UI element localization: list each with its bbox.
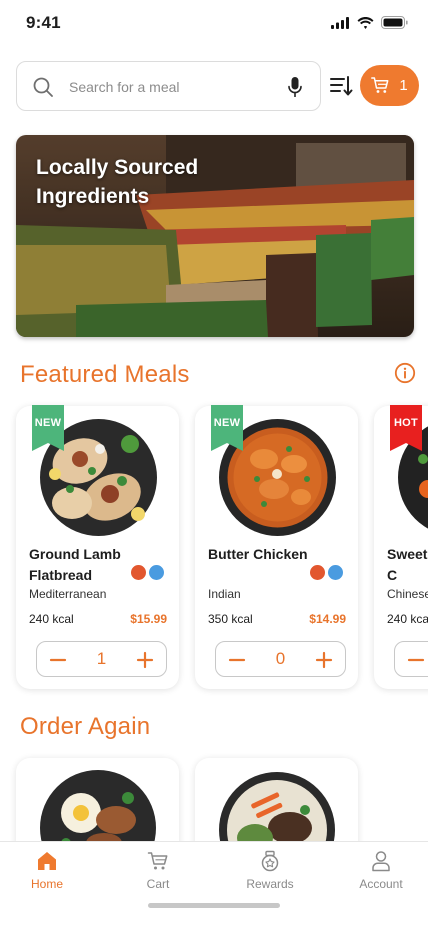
bottom-tab-bar: Home Cart Rewards Account <box>0 841 428 926</box>
dairy-icon <box>149 565 164 580</box>
tab-cart[interactable]: Cart <box>118 850 198 891</box>
badge-hot: HOT <box>390 405 422 451</box>
meal-name: Sweet & Sour C <box>387 546 428 583</box>
cart-icon <box>371 77 389 93</box>
meal-card[interactable]: NEW Butter Chicken Indian 350 kcal $14.9… <box>195 405 358 689</box>
sort-filter-icon[interactable] <box>329 74 353 98</box>
hero-banner[interactable]: Locally Sourced Ingredients <box>16 135 414 337</box>
quantity-stepper: 0 <box>215 641 346 677</box>
meal-card[interactable]: HOT Sweet & Sour C Chinese 240 kca <box>374 405 428 689</box>
badge-new: NEW <box>32 405 64 451</box>
badge-label: NEW <box>34 417 62 429</box>
microphone-icon[interactable] <box>288 77 302 97</box>
search-icon <box>33 77 53 97</box>
search-input[interactable] <box>69 75 269 99</box>
meal-price: $14.99 <box>309 612 346 626</box>
tab-home[interactable]: Home <box>7 850 87 891</box>
cellular-signal-icon <box>331 16 349 29</box>
quantity-stepper: 1 <box>36 641 167 677</box>
hero-title: Locally Sourced Ingredients <box>36 156 199 208</box>
tab-label: Cart <box>146 877 170 891</box>
meal-cuisine: Indian <box>208 587 241 601</box>
tab-account[interactable]: Account <box>341 850 421 891</box>
meal-card[interactable]: NEW Ground Lamb Flatbread Mediterranean … <box>16 405 179 689</box>
app-screen: 9:41 Search for a meal 1 Locally Sourced… <box>0 0 428 926</box>
diet-icons <box>310 565 343 580</box>
meal-calories: 240 kca <box>387 612 428 626</box>
meal-name: Ground Lamb Flatbread <box>29 546 121 583</box>
status-time: 9:41 <box>26 13 61 32</box>
allergen-icon <box>310 565 325 580</box>
battery-icon <box>381 16 408 29</box>
meal-calories: 240 kcal <box>29 612 74 626</box>
status-bar: 9:41 <box>0 0 428 48</box>
meal-cuisine: Chinese <box>387 587 428 601</box>
status-icons <box>331 16 408 29</box>
minus-icon[interactable] <box>405 649 427 671</box>
meal-calories: 350 kcal <box>208 612 253 626</box>
badge-label: HOT <box>393 417 419 429</box>
badge-label: NEW <box>213 417 241 429</box>
cart-button[interactable]: 1 <box>360 65 419 106</box>
meal-name: Butter Chicken <box>208 546 308 562</box>
info-icon[interactable] <box>394 362 416 384</box>
tab-rewards[interactable]: Rewards <box>230 850 310 891</box>
allergen-icon <box>131 565 146 580</box>
tab-label: Home <box>30 877 63 891</box>
tab-label: Account <box>359 877 403 891</box>
account-icon <box>372 851 390 872</box>
cart-icon <box>147 852 168 870</box>
cart-count: 1 <box>399 77 408 94</box>
dairy-icon <box>328 565 343 580</box>
plus-icon[interactable] <box>313 649 335 671</box>
search-bar[interactable] <box>16 61 321 111</box>
meal-cuisine: Mediterranean <box>29 587 107 601</box>
plus-icon[interactable] <box>134 649 156 671</box>
wifi-icon <box>357 16 374 29</box>
quantity-stepper <box>394 641 428 677</box>
tab-label: Rewards <box>246 877 294 891</box>
order-again-heading: Order Again <box>20 713 151 740</box>
badge-new: NEW <box>211 405 243 451</box>
diet-icons <box>131 565 164 580</box>
meal-price: $15.99 <box>130 612 167 626</box>
featured-meals-heading: Featured Meals <box>20 361 190 388</box>
rewards-icon <box>261 850 279 872</box>
home-icon <box>38 852 56 870</box>
home-indicator[interactable] <box>148 903 280 908</box>
